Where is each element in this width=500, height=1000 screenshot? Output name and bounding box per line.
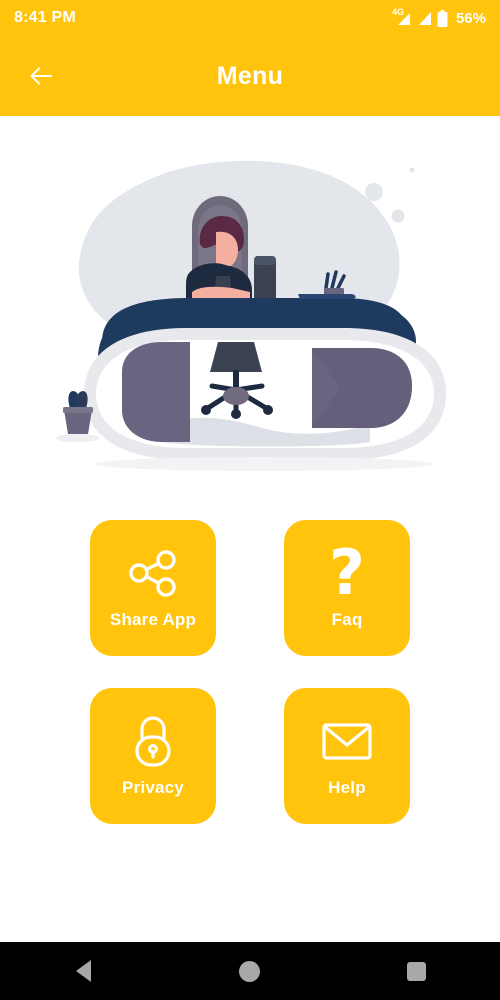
battery-percent-label: 56% <box>455 9 486 27</box>
nav-back-button[interactable] <box>43 942 123 1000</box>
back-button[interactable] <box>24 59 58 93</box>
menu-card-label: Privacy <box>122 778 184 797</box>
status-bar-right: 4G 56% <box>392 7 486 27</box>
status-icon-group: 4G <box>392 7 448 27</box>
arrow-left-icon <box>30 67 52 85</box>
triangle-back-icon <box>75 960 91 982</box>
desk-ground-shadow <box>94 457 434 471</box>
app-bar: Menu <box>0 36 500 116</box>
menu-card-label: Share App <box>109 610 197 629</box>
deco-bubble <box>365 183 383 201</box>
menu-screen: 8:41 PM 4G 56% Menu Share App ? Faq Priv… <box>0 0 500 1000</box>
page-title: Menu <box>216 61 284 90</box>
signal-bars-icon <box>418 11 431 25</box>
menu-card-privacy[interactable]: Privacy <box>90 688 216 824</box>
illustration-area <box>0 116 500 506</box>
status-time: 8:41 PM <box>14 9 76 26</box>
battery-icon <box>437 9 448 27</box>
desk-keyboard <box>298 294 356 299</box>
desk-cup-top <box>254 256 276 265</box>
envelope-icon <box>318 710 376 772</box>
lock-icon <box>126 710 180 772</box>
person-working-at-desk-illustration <box>56 160 446 471</box>
deco-bubble <box>409 167 415 173</box>
menu-grid: Share App ? Faq Privacy Help <box>0 520 500 824</box>
signal-4g-icon: 4G <box>392 7 414 27</box>
deco-bubble <box>391 209 405 223</box>
nav-home-button[interactable] <box>210 942 290 1000</box>
menu-card-label: Faq <box>331 610 363 629</box>
share-icon <box>126 542 180 604</box>
nav-recents-button[interactable] <box>377 942 457 1000</box>
circle-home-icon <box>239 960 261 982</box>
status-bar: 8:41 PM 4G 56% <box>0 0 500 36</box>
question-mark-glyph: ? <box>329 535 365 609</box>
square-recents-icon <box>407 961 427 981</box>
menu-card-label: Help <box>328 778 366 797</box>
menu-card-help[interactable]: Help <box>284 688 410 824</box>
menu-card-faq[interactable]: ? Faq <box>284 520 410 656</box>
question-mark-icon: ? <box>329 535 365 609</box>
android-navigation-bar <box>0 942 500 1000</box>
menu-card-share-app[interactable]: Share App <box>90 520 216 656</box>
desk-pedestal-left <box>122 342 190 442</box>
